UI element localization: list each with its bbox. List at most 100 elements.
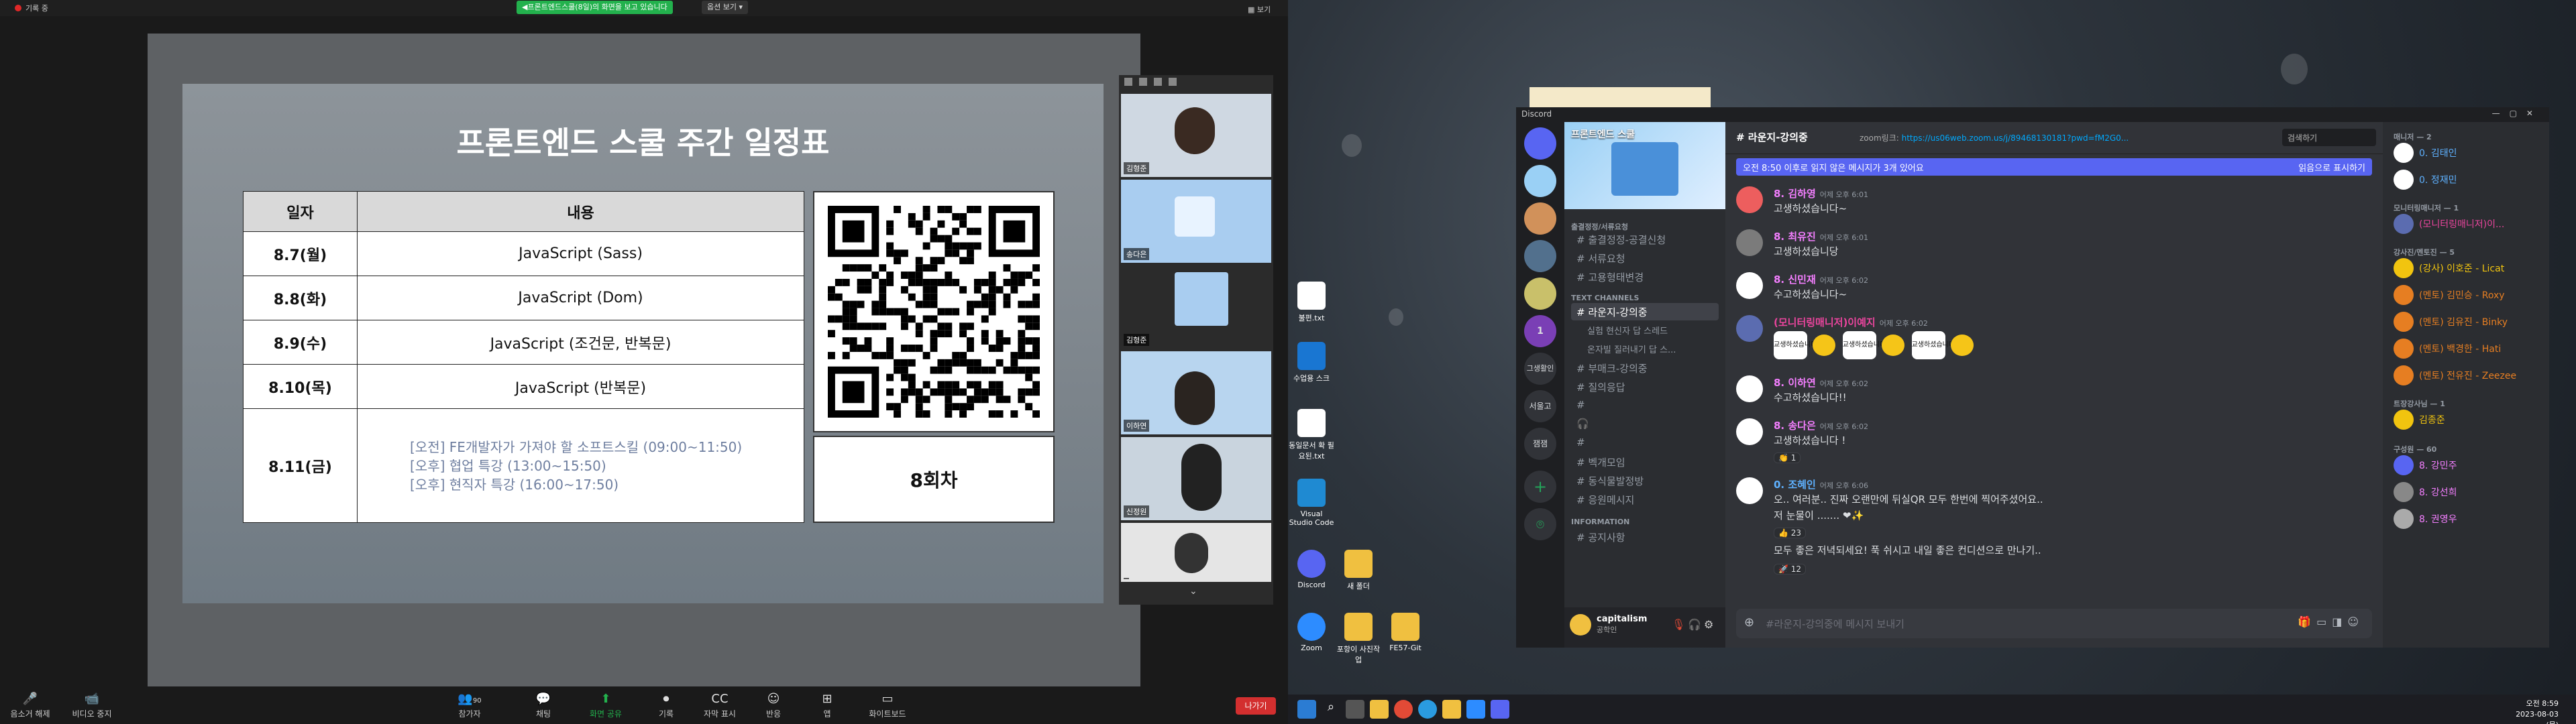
desktop-icon[interactable]: Discord — [1288, 550, 1335, 589]
desktop-icon[interactable]: 새 폴더 — [1335, 550, 1382, 591]
server-icon[interactable] — [1524, 202, 1556, 235]
avatar[interactable] — [1736, 375, 1763, 402]
explore-icon[interactable]: ⌾ — [1524, 508, 1556, 540]
channel-item[interactable]: # — [1571, 434, 1719, 452]
desktop-icon[interactable]: 동일문서 확 필요된.txt — [1288, 409, 1335, 461]
member-item[interactable]: (멘토) 김유진 - Binky — [2394, 310, 2541, 334]
message-input[interactable]: ⊕ #라운지-강의중에 메시지 보내기 🎁▭◨☺ — [1736, 609, 2372, 638]
server-icon[interactable] — [1524, 278, 1556, 310]
chat-button[interactable]: 💬 채팅 — [513, 692, 574, 719]
reactions-button[interactable]: ☺ 반응 — [743, 692, 804, 719]
desktop-icon[interactable]: 수업용 스크 — [1288, 342, 1335, 383]
participant-tile[interactable]: 송다은 — [1121, 180, 1271, 263]
server-banner[interactable]: 프론트엔드 스쿨 — [1564, 122, 1725, 209]
channel-item[interactable]: # 질의응답 — [1571, 378, 1719, 396]
headphones-icon[interactable]: 🎧 — [1688, 618, 1701, 631]
member-item[interactable]: (멘토) 전유진 - Zeezee — [2394, 363, 2541, 387]
channel-item[interactable]: # 고용형태변경 — [1571, 268, 1719, 286]
zoom-taskbar-icon[interactable] — [1466, 700, 1485, 719]
server-icon[interactable] — [1524, 240, 1556, 272]
server-icon[interactable] — [1524, 165, 1556, 197]
system-clock[interactable]: 오전 8:59 2023-08-03 (목) — [2505, 699, 2559, 724]
member-item[interactable]: 0. 정재민 — [2394, 168, 2541, 192]
windows-start-icon[interactable] — [1297, 700, 1316, 719]
participant-tile[interactable] — [1121, 523, 1271, 582]
participant-tile[interactable]: 김형준 — [1121, 265, 1271, 349]
channel-item[interactable]: # — [1571, 397, 1719, 414]
avatar[interactable] — [1570, 614, 1591, 636]
captions-button[interactable]: CC 자막 표시 — [690, 692, 750, 719]
view-options-button[interactable]: 옵션 보기 ▾ — [702, 1, 748, 14]
desktop-icon[interactable]: FE57-Git — [1382, 613, 1429, 652]
member-item[interactable]: (멘토) 김민승 - Roxy — [2394, 283, 2541, 307]
desktop-icon[interactable]: 포항이 사진작업 — [1335, 613, 1382, 665]
message[interactable]: 8. 이하연 어제 오후 6:02 수고하셨습니다!! — [1736, 375, 2340, 416]
chrome-icon[interactable] — [1394, 700, 1413, 719]
reaction[interactable]: 🚀 12 — [1774, 564, 1807, 575]
chevron-down-icon[interactable]: ⌄ — [1189, 586, 1197, 597]
avatar[interactable] — [1736, 418, 1763, 445]
whiteboard-button[interactable]: ▭ 화이트보드 — [857, 692, 918, 719]
add-server-icon[interactable]: + — [1524, 471, 1556, 503]
file-explorer-icon[interactable] — [1370, 700, 1389, 719]
member-item[interactable]: 0. 김태인 — [2394, 141, 2541, 165]
category-label[interactable]: TEXT CHANNELS — [1571, 294, 1639, 302]
participant-tile[interactable]: 신정원 — [1121, 437, 1271, 520]
server-icon[interactable]: 잼잼 — [1524, 428, 1556, 460]
message[interactable]: 8. 김하영 어제 오후 6:01 고생하셨습니다~ — [1736, 186, 2340, 227]
gear-icon[interactable]: ⚙ — [1704, 618, 1713, 631]
message[interactable]: 0. 조혜인 어제 오후 6:06 오.. 여러분.. 진짜 오랜만에 뒤실QR … — [1736, 477, 2340, 591]
desktop-icon[interactable]: 불편.txt — [1288, 282, 1335, 323]
participants-button[interactable]: 👥90 참가자 — [439, 692, 500, 719]
search-icon[interactable]: ⌕ — [1322, 700, 1340, 719]
desktop-icon[interactable]: Visual Studio Code — [1288, 479, 1335, 527]
task-view-icon[interactable] — [1346, 700, 1364, 719]
avatar[interactable] — [1736, 315, 1763, 342]
reaction[interactable]: 👍 23 — [1774, 528, 1807, 538]
channel-item[interactable]: # 부매크-강의중 — [1571, 359, 1719, 377]
discord-taskbar-icon[interactable] — [1491, 700, 1509, 719]
record-button[interactable]: ⏺ 기록 — [636, 692, 696, 719]
message[interactable]: (모니터링매니저)이예지 어제 오후 6:02 교생하셨습니다 교생하셨습니다 교… — [1736, 315, 2340, 369]
window-controls[interactable]: —▢✕ — [2492, 109, 2542, 118]
microphone-muted-icon[interactable]: 🎙 — [1672, 618, 1685, 631]
thread-item[interactable]: 실험 현신자 답 스레드 — [1571, 322, 1719, 339]
gallery-view-controls[interactable] — [1119, 75, 1273, 91]
category-label[interactable]: INFORMATION — [1571, 518, 1629, 526]
channel-item[interactable]: # 출결정정-공결신청 — [1571, 231, 1719, 248]
channel-item[interactable]: # 응원메시지 — [1571, 491, 1719, 508]
channel-item[interactable]: # 벡개모임 — [1571, 453, 1719, 471]
channel-item[interactable]: # 공지사항 — [1571, 528, 1719, 546]
reaction[interactable]: 👏 1 — [1774, 452, 1801, 463]
add-attachment-icon[interactable]: ⊕ — [1744, 615, 1754, 629]
folder-icon[interactable] — [1442, 700, 1461, 719]
member-item[interactable]: (모니터링매니저)이... — [2394, 212, 2541, 236]
server-icon[interactable]: 서울고 — [1524, 390, 1556, 422]
video-button[interactable]: 📹 비디오 중지 — [62, 692, 122, 719]
avatar[interactable] — [1736, 272, 1763, 299]
channel-item[interactable]: 🎧 — [1571, 416, 1719, 433]
edge-icon[interactable] — [1418, 700, 1437, 719]
thread-item[interactable]: 온자빌 질러내기 답 스... — [1571, 341, 1719, 358]
member-item[interactable]: 8. 강선희 — [2394, 480, 2541, 504]
message[interactable]: 8. 최유진 어제 오후 6:01 고생하셨습니당 — [1736, 229, 2340, 269]
desktop-icon[interactable]: Zoom — [1288, 613, 1335, 652]
mute-button[interactable]: 🎤 음소거 해제 — [0, 692, 60, 719]
participant-tile[interactable]: 이하연 — [1121, 351, 1271, 434]
message[interactable]: 8. 송다은 어제 오후 6:02 고생하셨습니다 ! 👏 1 — [1736, 418, 2340, 472]
view-button[interactable]: ▦ 보기 — [1248, 4, 1271, 15]
participant-tile[interactable]: 김형준 — [1121, 94, 1271, 177]
avatar[interactable] — [1736, 229, 1763, 256]
avatar[interactable] — [1736, 477, 1763, 504]
channel-item[interactable]: # 서류요청 — [1571, 249, 1719, 267]
server-icon[interactable]: 1 — [1524, 315, 1556, 347]
zoom-link[interactable]: https://us06web.zoom.us/j/89468130181?pw… — [1902, 133, 2129, 143]
member-item[interactable]: 김종준 — [2394, 408, 2541, 432]
message[interactable]: 8. 신민재 어제 오후 6:02 수고하셨습니다~ — [1736, 272, 2340, 312]
leave-button[interactable]: 나가기 — [1236, 697, 1276, 715]
apps-button[interactable]: ⊞ 앱 — [797, 692, 857, 719]
avatar[interactable] — [1736, 186, 1763, 213]
unread-banner[interactable]: 오전 8:50 이후로 읽지 않은 메시지가 3개 있어요 읽음으로 표시하기 — [1736, 158, 2372, 176]
channel-item-selected[interactable]: # 라운지-강의중 — [1571, 303, 1719, 320]
mark-read-button[interactable]: 읽음으로 표시하기 — [2298, 161, 2365, 174]
